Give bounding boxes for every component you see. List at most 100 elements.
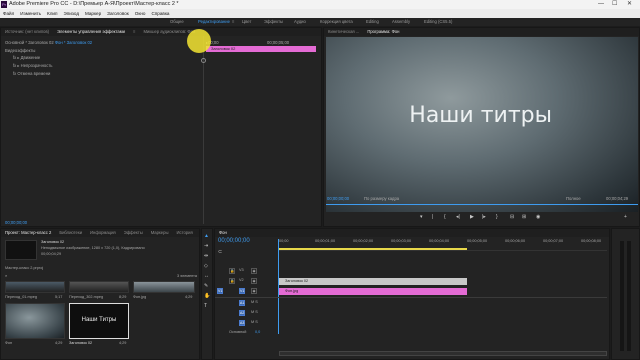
track-header-v2: 🔒 V2 ◉	[215, 277, 275, 285]
tab-markers[interactable]: Маркеры	[147, 229, 173, 237]
project-item-name[interactable]: Переход_01.mpeg	[5, 295, 37, 299]
close-button[interactable]: ✕	[627, 0, 632, 9]
project-item-name[interactable]: Переход_302.mpeg	[69, 295, 103, 299]
menu-sequence[interactable]: Эпизод	[60, 9, 82, 18]
clip-background-v1[interactable]: Фон.jpg	[279, 288, 467, 295]
step-back-icon[interactable]: ◂|	[456, 214, 460, 220]
ec-footer-timecode: 00;00;00;00	[5, 220, 28, 225]
clip-title-v2[interactable]: Заголовок 02	[279, 278, 467, 285]
workspace-assembly[interactable]: Assembly	[392, 18, 410, 26]
maximize-button[interactable]: ☐	[612, 0, 617, 9]
ruler-tick: 00;00;02;00	[353, 239, 374, 243]
ec-clip-bar[interactable]: Заголовок 02	[206, 46, 316, 52]
workspace-color[interactable]: Цвет	[242, 18, 251, 26]
project-item-name[interactable]: Заголовок 02	[69, 341, 92, 345]
fit-dropdown[interactable]: По размеру кадра	[364, 196, 399, 201]
track-eye-icon[interactable]: ◉	[251, 288, 257, 294]
project-item-name[interactable]: Фон.jpg	[133, 295, 146, 299]
program-video-frame[interactable]: Наши титры	[326, 37, 638, 212]
menu-marker[interactable]: Маркер	[82, 9, 104, 18]
razor-tool-icon[interactable]: ◇	[204, 263, 208, 269]
timeline-timecode[interactable]: 00;00;00;00	[218, 238, 250, 244]
menu-window[interactable]: Окно	[132, 9, 149, 18]
ripple-edit-icon[interactable]: ⇹	[204, 253, 208, 259]
tab-info[interactable]: Информация	[86, 229, 120, 237]
track-label[interactable]: V1	[239, 288, 245, 294]
mark-in-icon[interactable]: ▾	[420, 214, 423, 220]
add-button-icon[interactable]: +	[624, 214, 627, 220]
type-tool-icon[interactable]: T	[204, 303, 207, 309]
track-label[interactable]: V2	[239, 278, 244, 282]
track-label[interactable]: A2	[239, 310, 245, 316]
extract-icon[interactable]: ⊞	[522, 214, 526, 220]
project-item-name[interactable]: Фон	[5, 341, 12, 345]
minimize-button[interactable]: —	[598, 0, 604, 9]
tab-kinetic[interactable]: Кинетическая ...	[324, 28, 363, 36]
menu-clip[interactable]: Клип	[44, 9, 60, 18]
pen-tool-icon[interactable]: ✎	[204, 283, 208, 289]
workspace-editing-cs55[interactable]: Editing (CS5.5)	[424, 18, 452, 26]
tab-project[interactable]: Проект: Мастер-класс 2	[1, 229, 55, 237]
project-item-thumb[interactable]: Наши Титры	[69, 303, 129, 339]
tab-sequence[interactable]: Фон	[215, 229, 231, 237]
breadcrumb-main[interactable]: Основной * Заголовок 02	[5, 40, 54, 45]
track-lock-icon[interactable]: 🔒	[229, 278, 235, 284]
track-select-icon[interactable]: ⇥	[204, 243, 208, 249]
tab-effect-controls[interactable]: Элементы управления эффектами	[53, 28, 129, 36]
work-area-bar[interactable]	[279, 248, 467, 250]
effect-row-motion[interactable]: fx ▸ Движение	[13, 55, 40, 60]
tab-history[interactable]: История	[172, 229, 196, 237]
tab-program[interactable]: Программа: Фон	[363, 28, 403, 36]
tab-libraries[interactable]: Библиотеки	[55, 229, 86, 237]
play-icon[interactable]: ▶	[470, 214, 474, 220]
export-frame-icon[interactable]: ◉	[536, 214, 540, 220]
track-label[interactable]: A3	[239, 320, 245, 326]
effect-row-opacity[interactable]: fx ▸ Непрозрачность	[13, 63, 52, 68]
tab-source[interactable]: Источник: (нет клипов)	[1, 28, 53, 36]
project-item-thumb[interactable]	[5, 303, 65, 339]
project-item-thumb[interactable]	[133, 281, 195, 293]
workspace-general[interactable]: Общее	[170, 18, 184, 26]
timeline-ruler[interactable]: 00;00 00;00;01;00 00;00;02;00 00;00;03;0…	[279, 239, 607, 251]
workspace-editing-2[interactable]: Editing	[366, 18, 379, 26]
track-label[interactable]: V3	[239, 268, 244, 272]
program-scrubber[interactable]	[326, 204, 638, 205]
search-icon[interactable]: ⌕	[5, 274, 7, 278]
track-label[interactable]: A1	[239, 300, 245, 306]
lift-icon[interactable]: ⊟	[510, 214, 514, 220]
project-item-thumb[interactable]	[69, 281, 129, 293]
reset-icon[interactable]	[201, 58, 206, 63]
menu-title[interactable]: Заголовок	[104, 9, 132, 18]
workspace-color-correction[interactable]: Коррекция цвета	[320, 18, 353, 26]
track-eye-icon[interactable]: ◉	[251, 278, 257, 284]
source-patch-v1[interactable]: V1	[217, 288, 223, 294]
mute-icon[interactable]: M S	[251, 310, 258, 314]
menu-edit[interactable]: Изменить	[17, 9, 44, 18]
project-item-thumb[interactable]	[5, 281, 65, 293]
timeline-scrollbar[interactable]	[279, 351, 607, 356]
track-eye-icon[interactable]: ◉	[251, 268, 257, 274]
mute-icon[interactable]: M S	[251, 300, 258, 304]
workspace-menu-icon[interactable]: ≡	[232, 18, 234, 26]
effect-row-time-remap[interactable]: fx Отмена времени	[13, 71, 50, 76]
step-forward-icon[interactable]: |▸	[482, 214, 486, 220]
mute-icon[interactable]: M S	[251, 320, 258, 324]
breadcrumb-clip[interactable]: Фон * Заголовок 02	[55, 40, 92, 45]
quality-dropdown[interactable]: Полное	[566, 196, 581, 201]
tab-effects[interactable]: Эффекты	[120, 229, 147, 237]
go-to-out-icon[interactable]: }	[496, 214, 498, 220]
selection-tool-icon[interactable]: ▲	[204, 233, 209, 239]
go-to-in-icon[interactable]: {	[444, 214, 446, 220]
workspace-effects[interactable]: Эффекты	[264, 18, 283, 26]
mark-out-icon[interactable]: |	[432, 214, 433, 220]
hand-tool-icon[interactable]: ✋	[204, 293, 210, 299]
track-lock-icon[interactable]: 🔒	[229, 268, 235, 274]
tab-menu-icon[interactable]: ≡	[129, 28, 139, 36]
menu-file[interactable]: Файл	[0, 9, 17, 18]
playhead[interactable]	[278, 239, 279, 334]
workspace-editing[interactable]: Редактирование	[198, 18, 230, 26]
workspace-audio[interactable]: Аудио	[294, 18, 306, 26]
slip-tool-icon[interactable]: ↔	[204, 273, 209, 279]
menu-help[interactable]: Справка	[148, 9, 172, 18]
master-volume[interactable]: 0,0	[255, 330, 260, 334]
